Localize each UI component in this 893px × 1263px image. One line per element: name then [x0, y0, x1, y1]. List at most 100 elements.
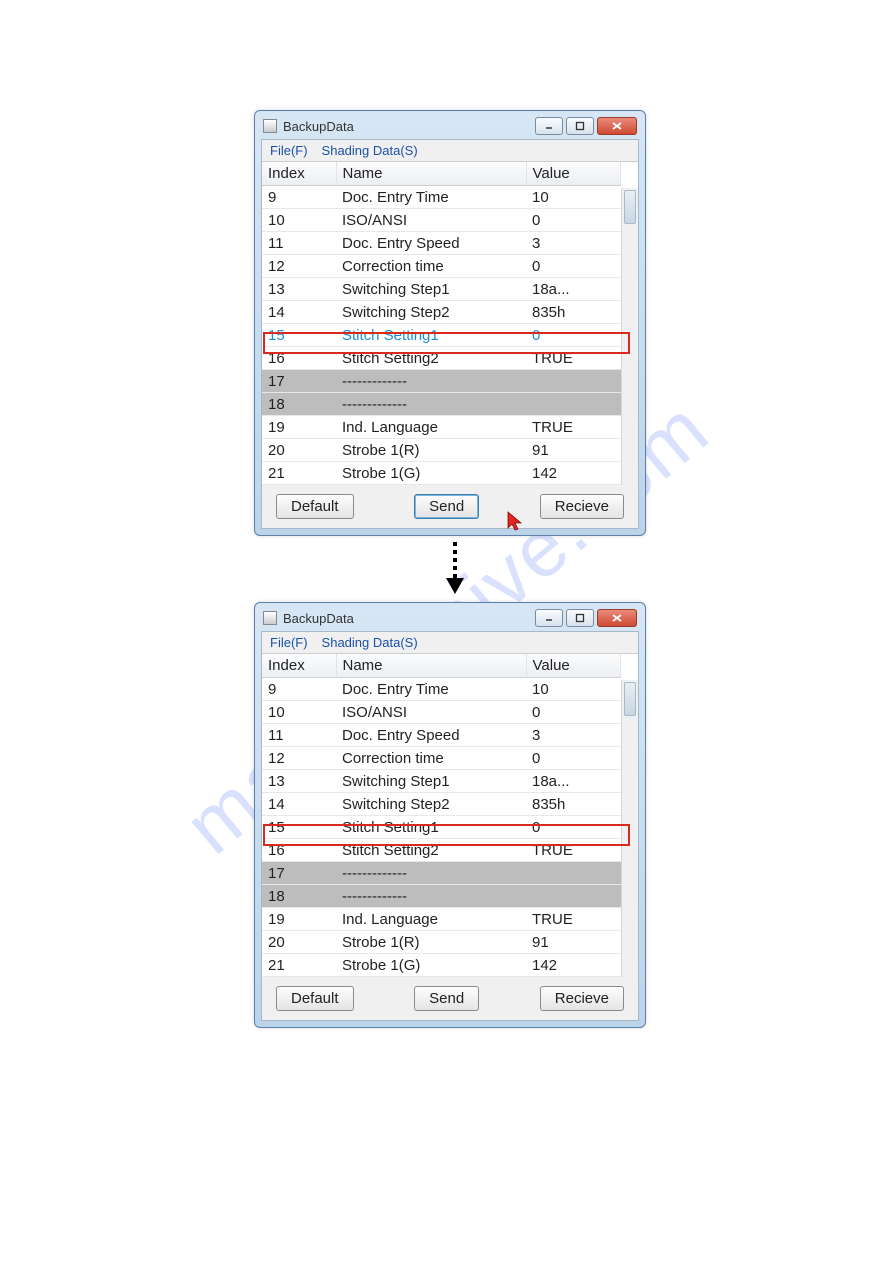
- cell-name: Stitch Setting2: [336, 347, 526, 370]
- cell-idx: 13: [262, 278, 336, 301]
- data-table-wrap: Index Name Value 9Doc. Entry Time10 10IS…: [262, 161, 638, 485]
- cell-idx: 21: [262, 462, 336, 485]
- cell-val: 835h: [526, 793, 621, 816]
- menu-shading-data[interactable]: Shading Data(S): [322, 143, 418, 158]
- recieve-button[interactable]: Recieve: [540, 494, 624, 519]
- cell-name: Strobe 1(R): [336, 931, 526, 954]
- table-row[interactable]: 16Stitch Setting2TRUE: [262, 347, 621, 370]
- send-button[interactable]: Send: [414, 494, 479, 519]
- cell-val: TRUE: [526, 908, 621, 931]
- cell-idx: 18: [262, 885, 336, 908]
- col-header-name[interactable]: Name: [336, 654, 526, 678]
- table-row[interactable]: 20Strobe 1(R)91: [262, 931, 621, 954]
- table-row[interactable]: 18-------------: [262, 393, 621, 416]
- cell-val: 0: [526, 255, 621, 278]
- menu-shading-data[interactable]: Shading Data(S): [322, 635, 418, 650]
- table-row[interactable]: 11Doc. Entry Speed3: [262, 724, 621, 747]
- cell-val: [526, 885, 621, 908]
- cursor-arrow-icon: [506, 510, 526, 532]
- cell-val: 91: [526, 439, 621, 462]
- cell-val: 10: [526, 186, 621, 209]
- table-row[interactable]: 14Switching Step2835h: [262, 301, 621, 324]
- cell-idx: 16: [262, 347, 336, 370]
- table-row[interactable]: 19Ind. LanguageTRUE: [262, 908, 621, 931]
- data-table-wrap: Index Name Value 9Doc. Entry Time10 10IS…: [262, 653, 638, 977]
- default-button[interactable]: Default: [276, 986, 354, 1011]
- table-row[interactable]: 10ISO/ANSI0: [262, 701, 621, 724]
- col-header-value[interactable]: Value: [526, 162, 621, 186]
- cell-name: -------------: [336, 370, 526, 393]
- minimize-icon: [544, 122, 554, 130]
- cell-val: 18a...: [526, 278, 621, 301]
- scrollbar-vertical[interactable]: [621, 188, 638, 485]
- table-row[interactable]: 20Strobe 1(R)91: [262, 439, 621, 462]
- cell-name: Correction time: [336, 255, 526, 278]
- menu-file[interactable]: File(F): [270, 635, 308, 650]
- table-row[interactable]: 19Ind. LanguageTRUE: [262, 416, 621, 439]
- cell-idx: 21: [262, 954, 336, 977]
- maximize-button[interactable]: [566, 117, 594, 135]
- default-button[interactable]: Default: [276, 494, 354, 519]
- cell-name: Strobe 1(G): [336, 462, 526, 485]
- titlebar: BackupData: [261, 117, 639, 139]
- close-button[interactable]: [597, 609, 637, 627]
- table-row[interactable]: 17-------------: [262, 862, 621, 885]
- cell-idx: 13: [262, 770, 336, 793]
- maximize-icon: [575, 613, 585, 623]
- cell-idx: 11: [262, 232, 336, 255]
- table-row[interactable]: 16Stitch Setting2TRUE: [262, 839, 621, 862]
- titlebar: BackupData: [261, 609, 639, 631]
- cell-idx: 14: [262, 301, 336, 324]
- cell-val: 3: [526, 232, 621, 255]
- cell-val: TRUE: [526, 347, 621, 370]
- minimize-icon: [544, 614, 554, 622]
- cell-name: -------------: [336, 862, 526, 885]
- cell-name: Stitch Setting1: [336, 816, 526, 839]
- table-row[interactable]: 17-------------: [262, 370, 621, 393]
- cell-name: Switching Step1: [336, 278, 526, 301]
- minimize-button[interactable]: [535, 609, 563, 627]
- scrollbar-vertical[interactable]: [621, 680, 638, 977]
- cell-idx: 10: [262, 209, 336, 232]
- cell-idx: 19: [262, 416, 336, 439]
- menu-file[interactable]: File(F): [270, 143, 308, 158]
- table-row[interactable]: 9Doc. Entry Time10: [262, 186, 621, 209]
- cell-val: 0: [526, 701, 621, 724]
- table-row[interactable]: 12Correction time0: [262, 747, 621, 770]
- cell-val: [526, 862, 621, 885]
- col-header-index[interactable]: Index: [262, 162, 336, 186]
- cell-idx: 12: [262, 255, 336, 278]
- cell-name: Doc. Entry Speed: [336, 232, 526, 255]
- col-header-name[interactable]: Name: [336, 162, 526, 186]
- cell-val: 142: [526, 462, 621, 485]
- table-row[interactable]: 13Switching Step118a...: [262, 770, 621, 793]
- window-title: BackupData: [283, 611, 354, 626]
- button-bar: Default Send Recieve: [262, 977, 638, 1020]
- minimize-button[interactable]: [535, 117, 563, 135]
- send-button[interactable]: Send: [414, 986, 479, 1011]
- cell-idx: 15: [262, 324, 336, 347]
- table-row[interactable]: 11Doc. Entry Speed3: [262, 232, 621, 255]
- table-row[interactable]: 12Correction time0: [262, 255, 621, 278]
- table-row[interactable]: 18-------------: [262, 885, 621, 908]
- cell-idx: 10: [262, 701, 336, 724]
- close-button[interactable]: [597, 117, 637, 135]
- button-bar: Default Send Recieve: [262, 485, 638, 528]
- cell-name: Switching Step2: [336, 793, 526, 816]
- table-row[interactable]: 14Switching Step2835h: [262, 793, 621, 816]
- table-row[interactable]: 10ISO/ANSI0: [262, 209, 621, 232]
- maximize-button[interactable]: [566, 609, 594, 627]
- table-row[interactable]: 21Strobe 1(G)142: [262, 954, 621, 977]
- table-row[interactable]: 13Switching Step118a...: [262, 278, 621, 301]
- table-row[interactable]: 9Doc. Entry Time10: [262, 678, 621, 701]
- col-header-value[interactable]: Value: [526, 654, 621, 678]
- table-row-highlighted[interactable]: 15Stitch Setting10: [262, 816, 621, 839]
- cell-val: [526, 393, 621, 416]
- recieve-button[interactable]: Recieve: [540, 986, 624, 1011]
- col-header-index[interactable]: Index: [262, 654, 336, 678]
- table-row[interactable]: 21Strobe 1(G)142: [262, 462, 621, 485]
- scrollbar-thumb[interactable]: [624, 190, 636, 224]
- data-table: Index Name Value 9Doc. Entry Time10 10IS…: [262, 162, 621, 485]
- scrollbar-thumb[interactable]: [624, 682, 636, 716]
- table-row-highlighted[interactable]: 15Stitch Setting10: [262, 324, 621, 347]
